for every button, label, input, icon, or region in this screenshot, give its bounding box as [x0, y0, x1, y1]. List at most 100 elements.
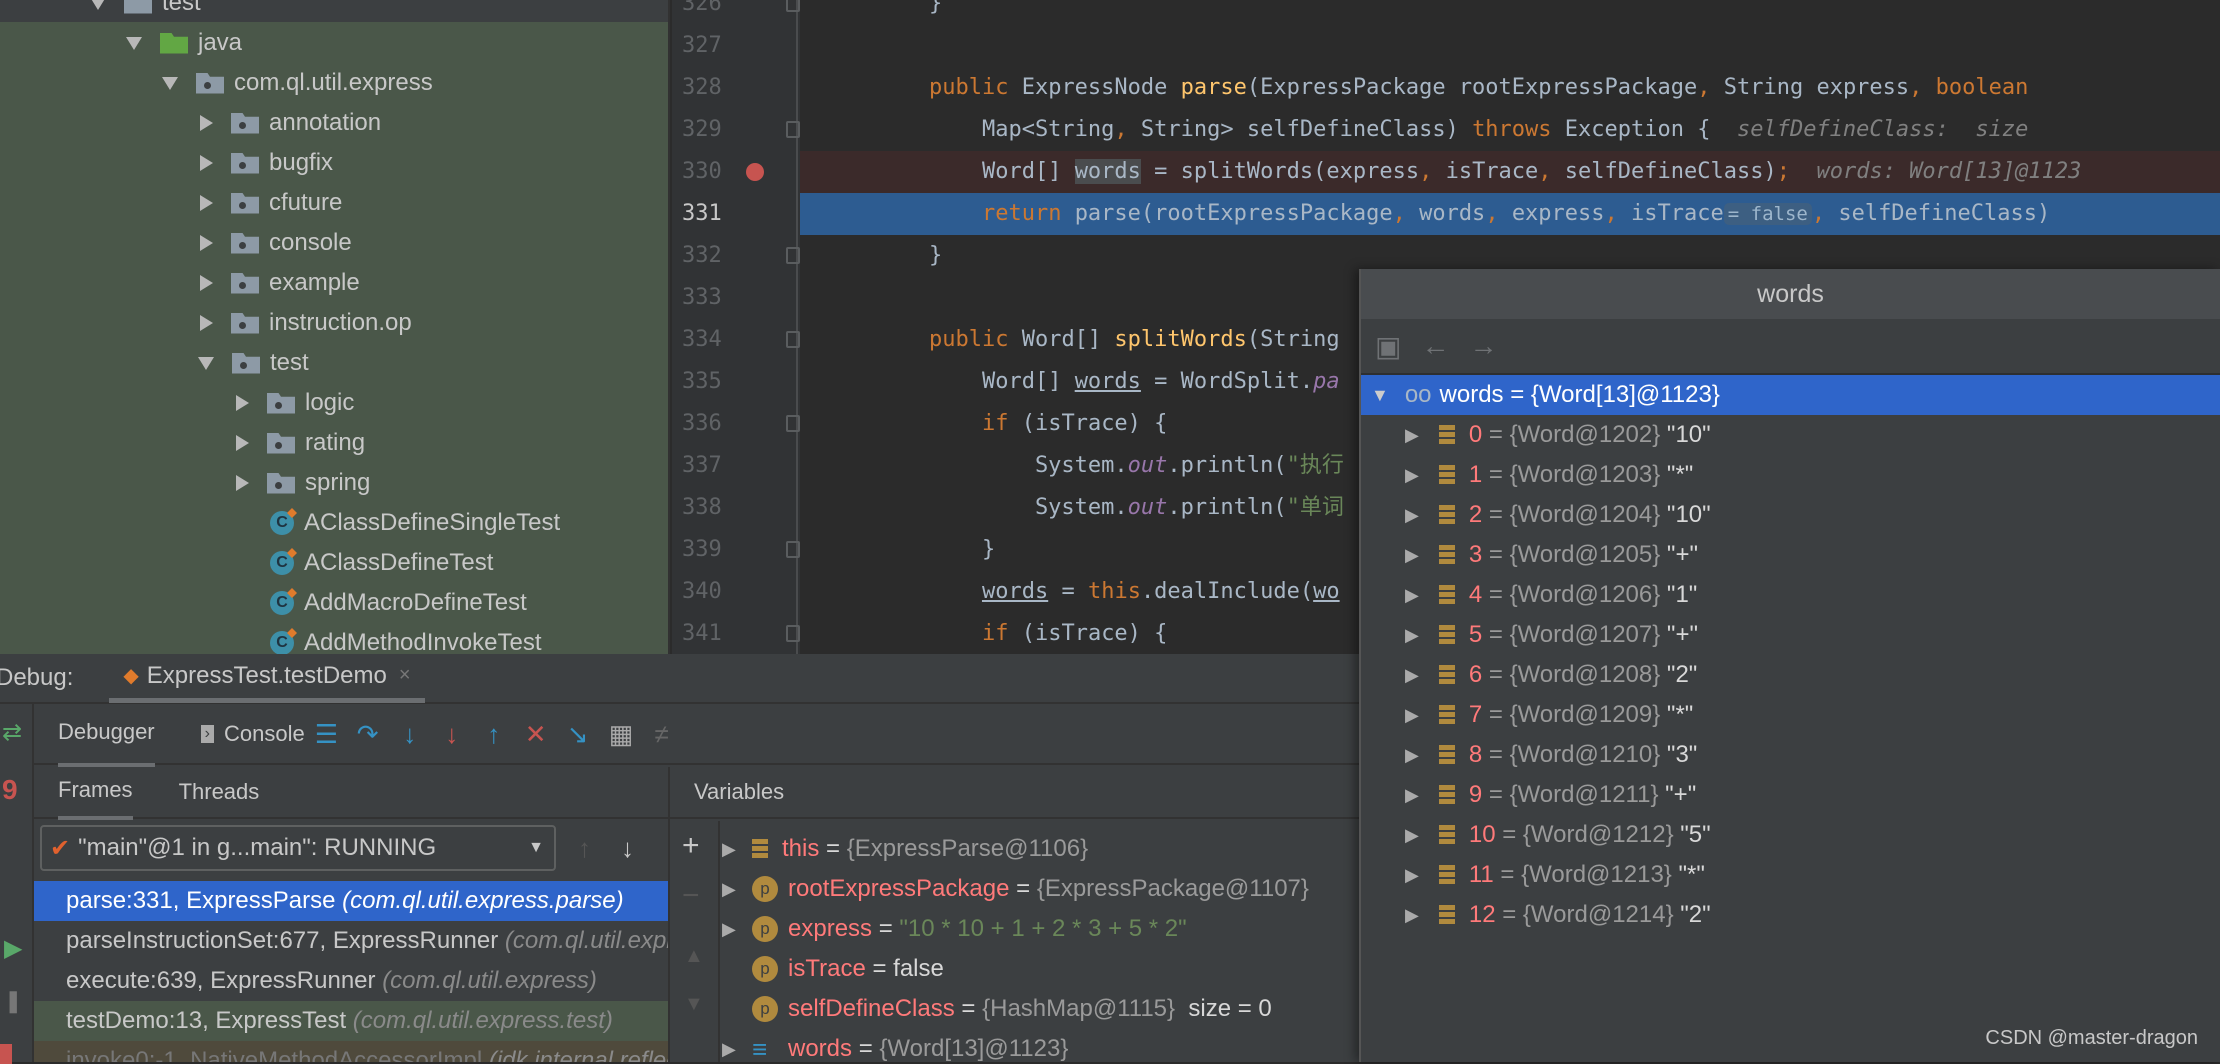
frame-row[interactable]: invoke0:-1, NativeMethodAccessorImpl (jd… [34, 1041, 668, 1062]
run-to-cursor-icon[interactable]: ↘ [567, 721, 589, 747]
frame-row[interactable]: execute:639, ExpressRunner (com.ql.util.… [34, 961, 668, 1001]
collapse-arrow-icon[interactable] [200, 235, 213, 251]
breakpoints-icon[interactable]: 9 [2, 774, 18, 806]
array-element-row[interactable]: ▶ 4 = {Word@1206} "1" [1361, 575, 2220, 615]
array-element-row[interactable]: ▶ 10 = {Word@1212} "5" [1361, 815, 2220, 855]
tree-item[interactable]: rating [234, 423, 365, 463]
resume-icon[interactable]: ▶ [4, 934, 22, 963]
step-out-icon[interactable]: ↑ [483, 721, 505, 747]
expand-arrow-icon[interactable]: ▶ [722, 1039, 752, 1060]
expand-arrow-icon[interactable]: ▶ [1405, 585, 1419, 606]
collapse-arrow-icon[interactable] [200, 315, 213, 331]
collapse-arrow-icon[interactable] [236, 475, 249, 491]
trace-icon[interactable]: ≠ [651, 721, 673, 747]
expand-arrow-icon[interactable]: ▶ [1405, 505, 1419, 526]
step-into-icon[interactable]: ↓ [399, 721, 421, 747]
frame-row-selected[interactable]: parse:331, ExpressParse (com.ql.util.exp… [34, 881, 668, 921]
popup-title[interactable]: words [1361, 269, 2220, 319]
collapse-arrow-icon[interactable] [236, 435, 249, 451]
tree-item[interactable]: com.ql.util.express [162, 63, 433, 103]
expand-arrow-icon[interactable]: ▶ [1405, 705, 1419, 726]
tree-item[interactable]: logic [234, 383, 354, 423]
fold-marker-icon[interactable] [786, 415, 800, 432]
expand-arrow-icon[interactable]: ▶ [1405, 425, 1419, 446]
fold-marker-icon[interactable] [786, 331, 800, 348]
expand-arrow-icon[interactable]: ▶ [722, 919, 752, 940]
variable-row[interactable]: ▶ p express = "10 * 10 + 1 + 2 * 3 + 5 * 2… [670, 909, 1359, 949]
code-line[interactable]: 327 [672, 25, 2220, 67]
tree-item[interactable]: bugfix [198, 143, 333, 183]
code-line[interactable]: 326 } [672, 0, 2220, 25]
close-tab-icon[interactable]: × [399, 664, 411, 687]
add-watch-icon[interactable]: + [682, 829, 700, 863]
fold-marker-icon[interactable] [786, 541, 800, 558]
remove-watch-icon[interactable]: − [682, 879, 700, 913]
array-element-row[interactable]: ▶ 9 = {Word@1211} "+" [1361, 775, 2220, 815]
frame-row[interactable]: testDemo:13, ExpressTest (com.ql.util.ex… [34, 1001, 668, 1041]
breakpoint-icon[interactable] [746, 163, 764, 181]
move-up-icon[interactable]: ▲ [684, 945, 704, 968]
variable-row[interactable]: p selfDefineClass = {HashMap@1115} size =… [670, 989, 1359, 1029]
code-line[interactable]: 331 return parse(rootExpressPackage, wor… [672, 193, 2220, 235]
debug-session-tab[interactable]: ◆ ExpressTest.testDemo × [109, 653, 425, 703]
fold-marker-icon[interactable] [786, 121, 800, 138]
fold-marker-icon[interactable] [786, 0, 800, 12]
expand-arrow-icon[interactable]: ▶ [1405, 465, 1419, 486]
forward-arrow-icon[interactable]: → [1469, 330, 1497, 362]
tab-threads[interactable]: Threads [179, 779, 260, 805]
rerun-icon[interactable]: ⇄ [2, 718, 22, 747]
expand-arrow-icon[interactable]: ▶ [1405, 665, 1419, 686]
next-frame-icon[interactable]: ↓ [621, 833, 634, 864]
stop-icon[interactable] [0, 1044, 12, 1064]
variable-row[interactable]: ▶ this = {ExpressParse@1106} [670, 829, 1359, 869]
back-arrow-icon[interactable]: ← [1421, 330, 1449, 362]
step-over-icon[interactable]: ↷ [357, 721, 379, 747]
tree-item[interactable]: console [198, 223, 352, 263]
tree-item[interactable]: test [198, 343, 309, 383]
array-element-row[interactable]: ▶ 5 = {Word@1207} "+" [1361, 615, 2220, 655]
array-element-row[interactable]: ▶ 6 = {Word@1208} "2" [1361, 655, 2220, 695]
expand-arrow-icon[interactable]: ▶ [1405, 545, 1419, 566]
collapse-arrow-icon[interactable] [200, 195, 213, 211]
layout-icon[interactable]: ☰ [315, 721, 338, 747]
tree-item[interactable]: cfuture [198, 183, 342, 223]
expand-arrow-icon[interactable]: ▶ [1405, 625, 1419, 646]
expand-arrow-icon[interactable]: ▶ [1405, 745, 1419, 766]
drop-frame-icon[interactable]: ✕ [525, 721, 547, 747]
tree-item[interactable]: annotation [198, 103, 381, 143]
array-element-row[interactable]: ▶ 1 = {Word@1203} "*" [1361, 455, 2220, 495]
collapse-arrow-icon[interactable] [200, 155, 213, 171]
force-step-into-icon[interactable]: ↓ [441, 721, 463, 747]
pause-icon[interactable]: ❚ [4, 988, 22, 1014]
array-element-row[interactable]: ▶ 3 = {Word@1205} "+" [1361, 535, 2220, 575]
array-element-row[interactable]: ▶ 11 = {Word@1213} "*" [1361, 855, 2220, 895]
code-line[interactable]: 328 public ExpressNode parse(ExpressPack… [672, 67, 2220, 109]
collapse-icon[interactable]: ▼ [1371, 385, 1389, 406]
move-down-icon[interactable]: ▼ [684, 993, 704, 1016]
navigate-icon[interactable]: ▣ [1375, 330, 1401, 363]
collapse-arrow-icon[interactable] [236, 395, 249, 411]
tab-debugger[interactable]: Debugger [58, 701, 155, 767]
tree-item[interactable]: C AddMethodInvokeTest [270, 623, 541, 654]
tree-item[interactable]: C AddMacroDefineTest [270, 583, 527, 623]
collapse-arrow-icon[interactable] [200, 275, 213, 291]
popup-root-row[interactable]: ▼ oo words = {Word[13]@1123} [1361, 375, 2220, 415]
fold-marker-icon[interactable] [786, 247, 800, 264]
tab-frames[interactable]: Frames [58, 767, 133, 820]
fold-marker-icon[interactable] [786, 625, 800, 642]
expand-arrow-icon[interactable] [90, 0, 106, 10]
thread-select[interactable]: ✔ "main"@1 in g...main": RUNNING ▼ [40, 825, 556, 871]
evaluate-expression-icon[interactable]: ▦ [609, 721, 634, 747]
variable-row[interactable]: ▶ p rootExpressPackage = {ExpressPackage@1… [670, 869, 1359, 909]
expand-arrow-icon[interactable]: ▶ [722, 839, 752, 860]
expand-arrow-icon[interactable]: ▶ [1405, 865, 1419, 886]
tree-item[interactable]: instruction.op [198, 303, 412, 343]
code-line[interactable]: 330 Word[] words = splitWords(express, i… [672, 151, 2220, 193]
expand-arrow-icon[interactable]: ▶ [1405, 905, 1419, 926]
expand-arrow-icon[interactable]: ▶ [1405, 825, 1419, 846]
array-element-row[interactable]: ▶ 0 = {Word@1202} "10" [1361, 415, 2220, 455]
array-element-row[interactable]: ▶ 2 = {Word@1204} "10" [1361, 495, 2220, 535]
code-line[interactable]: 329 Map<String, String> selfDefineClass)… [672, 109, 2220, 151]
array-element-row[interactable]: ▶ 12 = {Word@1214} "2" [1361, 895, 2220, 935]
array-element-row[interactable]: ▶ 8 = {Word@1210} "3" [1361, 735, 2220, 775]
